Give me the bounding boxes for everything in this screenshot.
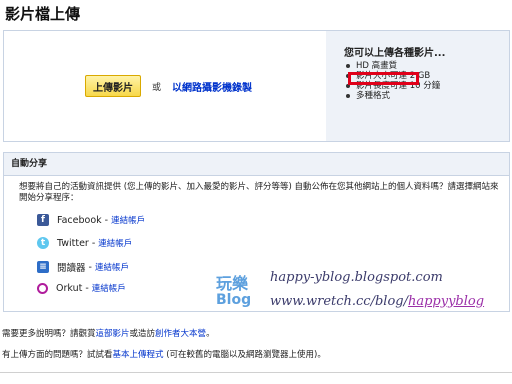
watermark-logo-blog: Blog: [216, 292, 252, 308]
watermark-logo-text: 玩樂: [216, 274, 249, 293]
help-text-mid: 或造訪: [129, 329, 156, 339]
highlight-annotation: [348, 72, 419, 85]
help-text-end: 。: [206, 329, 215, 339]
watermark-url-2: www.wretch.cc/blog/happyyblog: [270, 294, 484, 309]
webcam-record-link[interactable]: 以網路攝影機錄製: [172, 79, 252, 94]
help-line: 需要更多說明嗎？請觀賞這部影片或造訪創作者大本營。: [2, 327, 215, 339]
connect-orkut-link[interactable]: 連結帳戶: [92, 282, 126, 294]
service-reader: ≡ 閱讀器 - 連結帳戶: [37, 260, 129, 274]
watermark: 玩樂 Blog happy-yblog.blogspot.com www.wre…: [216, 270, 506, 320]
service-facebook: f Facebook - 連結帳戶: [37, 214, 145, 226]
watermark-url-1: happy-yblog.blogspot.com: [270, 270, 443, 285]
service-twitter: t Twitter - 連結帳戶: [37, 237, 132, 249]
autoshare-description: 想要將自己的活動資訊提供 (您上傳的影片、加入最愛的影片、評分等等) 自動公佈在…: [19, 182, 499, 203]
separator: -: [104, 214, 109, 226]
upload-panel: 上傳影片 或 以網路攝影機錄製: [6, 33, 326, 139]
creator-hub-link[interactable]: 創作者大本營: [155, 329, 206, 339]
bullet-icon: [346, 94, 350, 98]
watermark-url-highlight: happyyblog: [407, 294, 485, 309]
divider: [0, 372, 512, 373]
connect-twitter-link[interactable]: 連結帳戶: [98, 237, 132, 249]
connect-reader-link[interactable]: 連結帳戶: [95, 261, 129, 273]
service-name: Twitter: [57, 237, 89, 249]
facebook-icon: f: [37, 214, 49, 226]
twitter-icon: t: [37, 237, 49, 249]
service-name: 閱讀器: [57, 263, 86, 274]
or-text: 或: [152, 83, 162, 93]
reader-icon: ≡: [37, 261, 49, 273]
upload-video-button[interactable]: 上傳影片: [85, 75, 141, 97]
bullet-icon: [346, 64, 350, 68]
help-text: 需要更多說明嗎？請觀賞: [2, 329, 96, 339]
orkut-icon: [37, 282, 48, 294]
service-orkut: Orkut - 連結帳戶: [37, 282, 126, 294]
feature-item: 多種格式: [346, 91, 440, 101]
features-panel: 您可以上傳各種影片... HD 高畫質 影片大小可達 2 GB 影片長度可達 1…: [326, 31, 509, 141]
autoshare-header: 自動分享: [4, 153, 509, 176]
connect-facebook-link[interactable]: 連結帳戶: [111, 214, 145, 226]
help-video-link[interactable]: 這部影片: [96, 329, 130, 339]
uploader-text: 有上傳方面的問題嗎？試試看: [2, 350, 113, 360]
service-name: Facebook: [57, 214, 102, 226]
page-title: 影片檔上傳: [5, 5, 81, 23]
service-name: Orkut: [56, 282, 83, 294]
uploader-text-end: (可在較舊的電腦以及網路瀏覽器上使用)。: [163, 350, 326, 360]
watermark-url-prefix: www.wretch.cc/blog/: [270, 294, 408, 309]
separator: -: [88, 261, 92, 273]
feature-item: HD 高畫質: [346, 61, 440, 71]
upload-box: 上傳影片 或 以網路攝影機錄製 您可以上傳各種影片... HD 高畫質 影片大小…: [3, 30, 510, 142]
basic-uploader-line: 有上傳方面的問題嗎？試試看基本上傳程式 (可在較舊的電腦以及網路瀏覽器上使用)。: [2, 348, 326, 360]
basic-uploader-link[interactable]: 基本上傳程式: [113, 350, 164, 360]
separator: -: [85, 282, 89, 294]
features-heading: 您可以上傳各種影片...: [344, 48, 446, 59]
separator: -: [91, 237, 96, 249]
